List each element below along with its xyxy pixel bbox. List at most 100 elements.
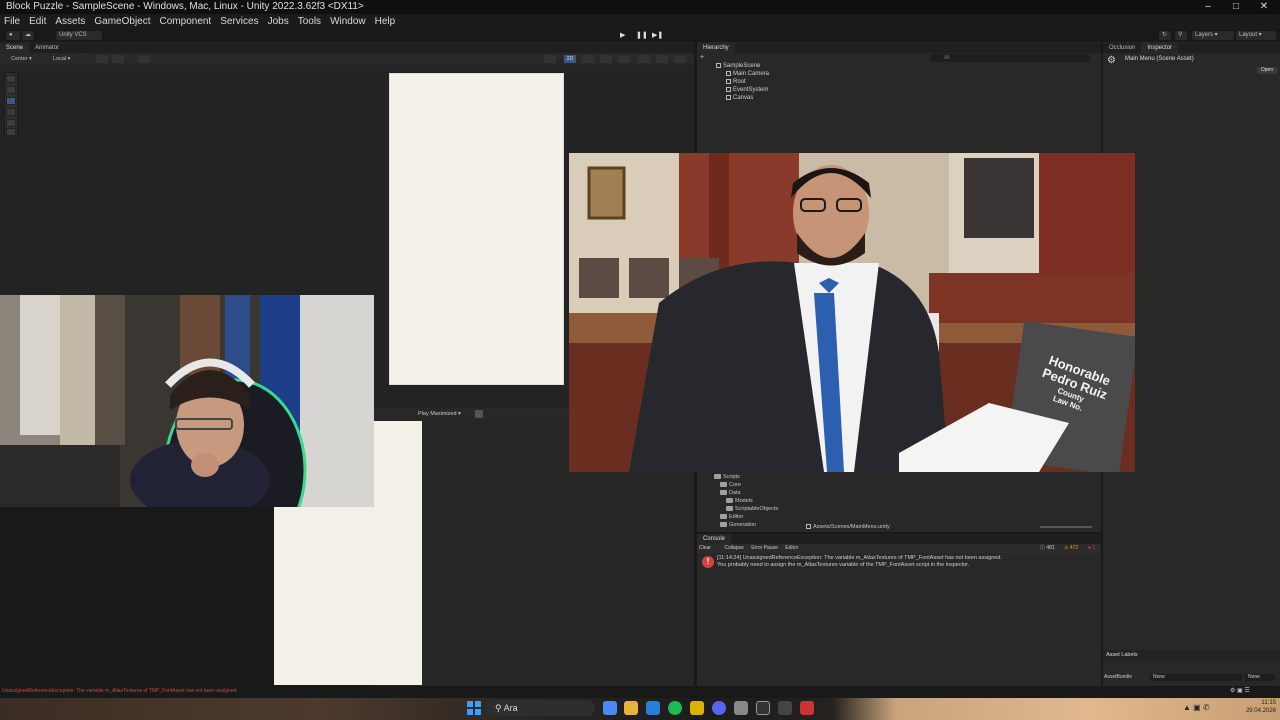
menu-component[interactable]: Component [156,14,217,29]
tab-hierarchy[interactable]: Hierarchy [697,43,735,53]
gizmos-icon[interactable] [674,55,686,63]
snap-settings-icon[interactable] [138,55,150,63]
hierarchy-item-root[interactable]: Root [726,78,746,86]
console-clear-button[interactable]: Clear [699,545,711,551]
tab-animator[interactable]: Animator [29,43,65,53]
chrome-icon[interactable] [603,701,617,715]
app-icon[interactable] [690,701,704,715]
play-mode-dropdown[interactable]: Play Maximized ▾ [418,410,461,418]
lighting-icon[interactable] [582,55,594,63]
vscode-icon[interactable] [646,701,660,715]
mute-audio-icon[interactable] [475,410,483,418]
hierarchy-item-eventsystem[interactable]: EventSystem [726,86,768,94]
settings-icon[interactable] [734,701,748,715]
hierarchy-item-main-camera[interactable]: Main Camera [726,70,769,78]
hidden-objects-icon[interactable] [638,55,650,63]
taskbar-search-box[interactable]: ⚲ Ara [487,700,595,716]
spotify-icon[interactable] [668,701,682,715]
cloud-icon[interactable]: ☁ [22,31,34,40]
maximize-button[interactable]: □ [1222,0,1250,14]
open-button[interactable]: Open [1257,67,1277,74]
status-bar-icons[interactable]: ⚙ ▣ ☰ [1230,687,1274,695]
pivot-dropdown[interactable]: Center ▾ [8,55,46,63]
status-bar-message[interactable]: UnassignedReferenceException: The variab… [2,687,238,695]
close-button[interactable]: ✕ [1250,0,1278,14]
layout-dropdown[interactable]: Layout ▾ [1236,31,1276,40]
play-icon[interactable]: ▶ [620,31,629,40]
effects-icon[interactable] [618,55,630,63]
folder-icon [726,498,733,504]
grid-snap-icon[interactable] [96,55,108,63]
menu-window[interactable]: Window [326,14,371,29]
asset-bundle-dropdown[interactable]: None [1150,674,1242,681]
hierarchy-search-placeholder: All [944,55,950,61]
hierarchy-scene-root[interactable]: SampleScene [716,62,760,70]
unity-icon[interactable] [756,701,770,715]
search-icon[interactable]: ⚲ [1175,31,1187,40]
asset-labels-header[interactable]: Asset Labels [1103,650,1280,660]
asset-bundle-value: None [1153,674,1165,680]
transform-tool-icon[interactable] [6,128,16,136]
scene-icon [716,62,721,68]
audio-icon[interactable] [600,55,612,63]
log-count-badge[interactable]: ⓘ 481 [1040,545,1055,552]
mode-2d-button[interactable]: 2D [564,55,576,63]
camera-settings-icon[interactable] [656,55,668,63]
project-folder-core[interactable]: Core [720,481,741,489]
account-icon[interactable]: ● [6,31,20,40]
snap-increment-icon[interactable] [112,55,124,63]
menu-file[interactable]: File [0,14,25,29]
project-folder-generation[interactable]: Generation [720,521,756,529]
menu-services[interactable]: Services [216,14,263,29]
vcs-button[interactable]: Unity VCS [56,31,102,40]
status-bar-text: UnassignedReferenceException: The variab… [2,688,238,694]
menu-jobs[interactable]: Jobs [264,14,294,29]
tab-console[interactable]: Console [697,534,732,544]
console-collapse-button[interactable]: Collapse [724,545,743,551]
console-error-pause-button[interactable]: Error Pause [751,545,778,551]
step-icon[interactable]: ▶❚ [652,31,663,40]
menu-tools[interactable]: Tools [294,14,326,29]
scale-tool-icon[interactable] [6,108,16,116]
tab-occlusion[interactable]: Occlusion [1103,43,1141,53]
project-folder-data[interactable]: Data [720,489,741,497]
project-folder-editor[interactable]: Editor [720,513,743,521]
error-count-badge[interactable]: ● 1 [1088,545,1095,552]
error-count: 1 [1092,545,1096,551]
system-tray[interactable]: ▲ ▣ ✆ [1183,702,1233,714]
layers-dropdown[interactable]: Layers ▾ [1192,31,1234,40]
tab-inspector[interactable]: Inspector [1141,43,1179,53]
terminal-icon[interactable] [778,701,792,715]
pause-icon[interactable]: ❚❚ [636,31,648,40]
minimize-button[interactable]: – [1194,0,1222,14]
zoom-slider[interactable] [1040,526,1092,528]
history-icon[interactable]: ↻ [1159,31,1171,40]
asset-variant-dropdown[interactable]: None [1245,674,1275,681]
menu-edit[interactable]: Edit [25,14,51,29]
taskbar-clock[interactable]: 11:15 29.04.2026 [1236,699,1276,715]
move-tool-icon[interactable] [6,86,16,94]
hand-tool-icon[interactable] [6,75,16,83]
console-error-entry[interactable]: [11:14:24] UnassignedReferenceException:… [717,555,1097,569]
project-folder-models[interactable]: Models [726,497,753,505]
menu-gameobject[interactable]: GameObject [90,14,155,29]
warning-count-badge[interactable]: ⚠ 472 [1064,545,1078,552]
discord-icon[interactable] [712,701,726,715]
tab-scene[interactable]: Scene [0,43,30,53]
menu-help[interactable]: Help [371,14,401,29]
obs-icon[interactable] [800,701,814,715]
file-explorer-icon[interactable] [624,701,638,715]
draw-mode-icon[interactable] [544,55,556,63]
space-dropdown[interactable]: Local ▾ [50,55,86,63]
taskbar-search-text: Ara [503,703,518,713]
windows-start-icon[interactable] [467,701,481,715]
console-editor-dropdown[interactable]: Editor [785,545,798,551]
hierarchy-item-canvas[interactable]: Canvas [726,94,753,102]
add-object-button[interactable]: + [700,54,710,62]
rotate-tool-icon[interactable] [6,97,16,105]
menu-assets[interactable]: Assets [51,14,90,29]
rect-tool-icon[interactable] [6,119,16,127]
hierarchy-search-input[interactable]: All [930,54,1090,62]
project-folder-scriptableobjects[interactable]: ScriptableObjects [726,505,778,513]
project-folder-scripts[interactable]: Scripts [714,473,740,481]
